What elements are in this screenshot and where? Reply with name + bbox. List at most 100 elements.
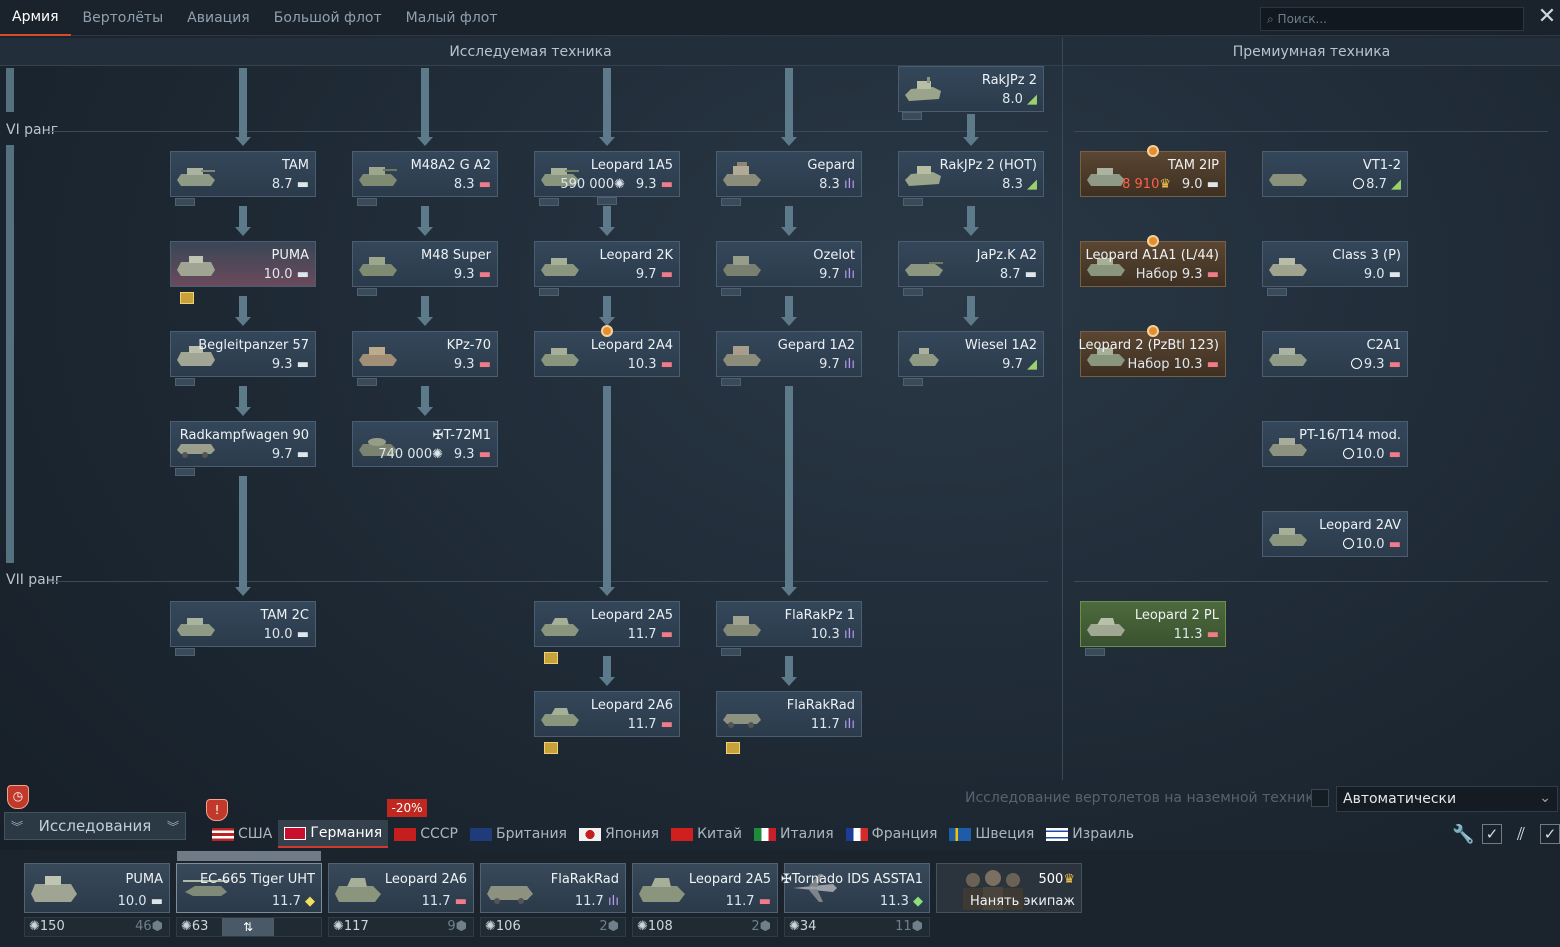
vehicle-name: PT-16/T14 mod. [1299, 428, 1401, 443]
nation-ussr[interactable]: СССР [388, 820, 464, 848]
vehicle-card-pt16[interactable]: PT-16/T14 mod. 10.0 ▬ [1262, 421, 1408, 467]
tree-arrow [963, 114, 979, 146]
vehicle-br: 8.7 ▬ [271, 177, 309, 192]
tank-icon [541, 708, 579, 726]
repair-all-icon[interactable]: ⫽ [1510, 824, 1532, 845]
crew-slot-3[interactable]: Leopard 2A6 11.7 ▬ [328, 863, 474, 913]
vehicle-card-leopard2av[interactable]: Leopard 2AV 10.0 ▬ [1262, 511, 1408, 557]
vehicle-rank-tab [721, 198, 741, 206]
tab-bluewater-fleet[interactable]: Большой флот [262, 0, 394, 36]
vehicle-name: TAM 2IP [1167, 158, 1219, 173]
nation-italy[interactable]: Италия [748, 820, 840, 848]
helicopter-class-icon: ◆ [305, 894, 315, 909]
crew-slot-1[interactable]: PUMA 10.0 ▬ [24, 863, 170, 913]
pack-label: Набор [1127, 357, 1170, 372]
tank-icon [359, 347, 397, 366]
slot-vehicle-name: EC-665 Tiger UHT [199, 872, 315, 887]
nation-britain[interactable]: Британия [464, 820, 573, 848]
vehicle-card-leopard2a5[interactable]: Leopard 2A5 11.7 ▬ [534, 601, 680, 647]
tab-aviation[interactable]: Авиация [175, 0, 262, 36]
vehicle-card-rakjpz2[interactable]: RakJPz 2 8.0 ◢ [898, 66, 1044, 112]
tank-icon [541, 258, 579, 276]
hire-label: Нанять экипаж [969, 894, 1075, 909]
research-button-label: Исследования [38, 817, 152, 835]
vehicle-card-tam[interactable]: TAM 8.7 ▬ [170, 151, 316, 197]
vehicle-rank-tab [903, 288, 923, 296]
vehicle-card-class3[interactable]: Class 3 (P) 9.0 ▬ [1262, 241, 1408, 287]
vehicle-name: M48 Super [421, 248, 491, 263]
search-input[interactable]: ⌕ Поиск... [1260, 7, 1524, 31]
vehicle-card-ozelot[interactable]: Ozelot 9.7 ıIı [716, 241, 862, 287]
vehicle-card-leopard2a6[interactable]: Leopard 2A6 11.7 ▬ [534, 691, 680, 737]
vehicle-rank-tab [903, 378, 923, 386]
vehicle-card-rakjpz2hot[interactable]: RakJPz 2 (HOT) 8.3 ◢ [898, 151, 1044, 197]
rank-divider [1074, 131, 1548, 132]
crew-slot-4[interactable]: FlaRakRad 11.7 ıIı [480, 863, 626, 913]
vehicle-card-leopard2pl[interactable]: Leopard 2 PL 11.3 ▬ [1080, 601, 1226, 647]
checkmark-icon[interactable]: ✓ [1482, 824, 1502, 844]
vehicle-card-c2a1[interactable]: C2A1 9.3 ▬ [1262, 331, 1408, 377]
vehicle-br: 9.3 ▬ [271, 357, 309, 372]
vehicle-br: 9.7 ıIı [819, 357, 855, 372]
vehicle-card-tam2c[interactable]: TAM 2C 10.0 ▬ [170, 601, 316, 647]
vehicle-card-leopard1a5[interactable]: Leopard 1A5 590 000✺ 9.3 ▬ [534, 151, 680, 197]
tab-army[interactable]: Армия [0, 0, 71, 36]
nation-usa[interactable]: США [206, 820, 278, 848]
vehicle-card-japzka2[interactable]: JaPz.K A2 8.7 ▬ [898, 241, 1044, 287]
clock-alert-icon[interactable]: ◷ [7, 785, 29, 809]
vehicle-card-wiesel[interactable]: Wiesel 1A2 9.7 ◢ [898, 331, 1044, 377]
vehicle-card-t72m1[interactable]: ✠T-72M1 740 000✺ 9.3 ▬ [352, 421, 498, 467]
chevron-down-icon: ⌄ [1539, 790, 1551, 806]
nation-france[interactable]: Франция [840, 820, 944, 848]
nation-germany[interactable]: Германия [278, 820, 389, 848]
crew-slot-2[interactable]: EC-665 Tiger UHT 11.7 ◆ [176, 863, 322, 913]
hire-crew-button[interactable]: 500♛ Нанять экипаж [936, 863, 1082, 913]
light-tank-icon: ▬ [150, 894, 163, 909]
tree-arrow [417, 68, 433, 146]
vehicle-card-leopard2k[interactable]: Leopard 2K 9.7 ▬ [534, 241, 680, 287]
vehicle-card-gepard1a2[interactable]: Gepard 1A2 9.7 ıIı [716, 331, 862, 377]
light-tank-icon: ▬ [296, 447, 309, 462]
vehicle-card-leopard2a4[interactable]: Leopard 2A4 10.3 ▬ [534, 331, 680, 377]
vehicle-card-puma[interactable]: PUMA 10.0 ▬ [170, 241, 316, 287]
tab-coastal-fleet[interactable]: Малый флот [394, 0, 510, 36]
nation-israel[interactable]: Израиль [1040, 820, 1140, 848]
vehicle-card-leopard-a1a1[interactable]: Leopard A1A1 (L/44) Набор 9.3 ▬ [1080, 241, 1226, 287]
wrench-icon[interactable]: 🔧 [1452, 824, 1474, 845]
vehicle-card-gepard[interactable]: Gepard 8.3 ıIı [716, 151, 862, 197]
vehicle-card-tam2ip[interactable]: TAM 2IP 8 910♛ 9.0 ▬ [1080, 151, 1226, 197]
close-icon[interactable]: ✕ [1536, 6, 1558, 30]
vehicle-card-kpz70[interactable]: KPz-70 9.3 ▬ [352, 331, 498, 377]
vehicle-name: C2A1 [1366, 338, 1401, 353]
vehicle-card-flarakpz1[interactable]: FlaRakPz 1 10.3 ıIı [716, 601, 862, 647]
crew-slot-6[interactable]: ✠Tornado IDS ASSTA1 11.3 ◆ [781, 863, 930, 913]
research-button[interactable]: ︾ Исследования ︾ [4, 812, 186, 840]
slot-vehicle-name: ✠Tornado IDS ASSTA1 [781, 872, 923, 887]
helicopter-research-checkbox[interactable] [1311, 789, 1329, 807]
research-mode-select[interactable]: Автоматически ⌄ [1336, 786, 1558, 812]
vehicle-card-m48a2ga2[interactable]: M48A2 G A2 8.3 ▬ [352, 151, 498, 197]
vehicle-br: 11.3 ▬ [1173, 627, 1219, 642]
tree-arrow [963, 296, 979, 326]
nation-china[interactable]: Китай [665, 820, 748, 848]
tab-helicopters[interactable]: Вертолёты [71, 0, 176, 36]
spaa-class-icon: ıIı [843, 357, 855, 372]
vehicle-br: 10.0 ▬ [263, 267, 309, 282]
checkmark-icon[interactable]: ✓ [1540, 824, 1560, 844]
vehicle-rank-tab [357, 288, 377, 296]
medium-tank-icon: ▬ [1388, 357, 1401, 372]
nation-japan[interactable]: Япония [573, 820, 665, 848]
vehicle-card-vt12[interactable]: VT1-2 8.7 ◢ [1262, 151, 1408, 197]
swap-icon[interactable]: ⇅ [222, 918, 274, 936]
vehicle-rank-tab [1267, 288, 1287, 296]
vehicle-card-begleitpanzer[interactable]: Begleitpanzer 57 9.3 ▬ [170, 331, 316, 377]
vehicle-rank-tab [175, 648, 195, 656]
vehicle-card-radkampfwagen[interactable]: Radkampfwagen 90 9.7 ▬ [170, 421, 316, 467]
vehicle-card-m48super[interactable]: M48 Super 9.3 ▬ [352, 241, 498, 287]
nation-sweden[interactable]: Швеция [943, 820, 1040, 848]
vehicle-br: Набор 9.3 ▬ [1135, 267, 1219, 282]
crew-slot-5[interactable]: Leopard 2A5 11.7 ▬ [632, 863, 778, 913]
vehicle-card-leopard2-pzbtl[interactable]: Leopard 2 (PzBtl 123) Набор 10.3 ▬ [1079, 331, 1226, 377]
light-tank-icon: ▬ [1206, 177, 1219, 192]
vehicle-card-flarakrad[interactable]: FlaRakRad 11.7 ıIı [716, 691, 862, 737]
